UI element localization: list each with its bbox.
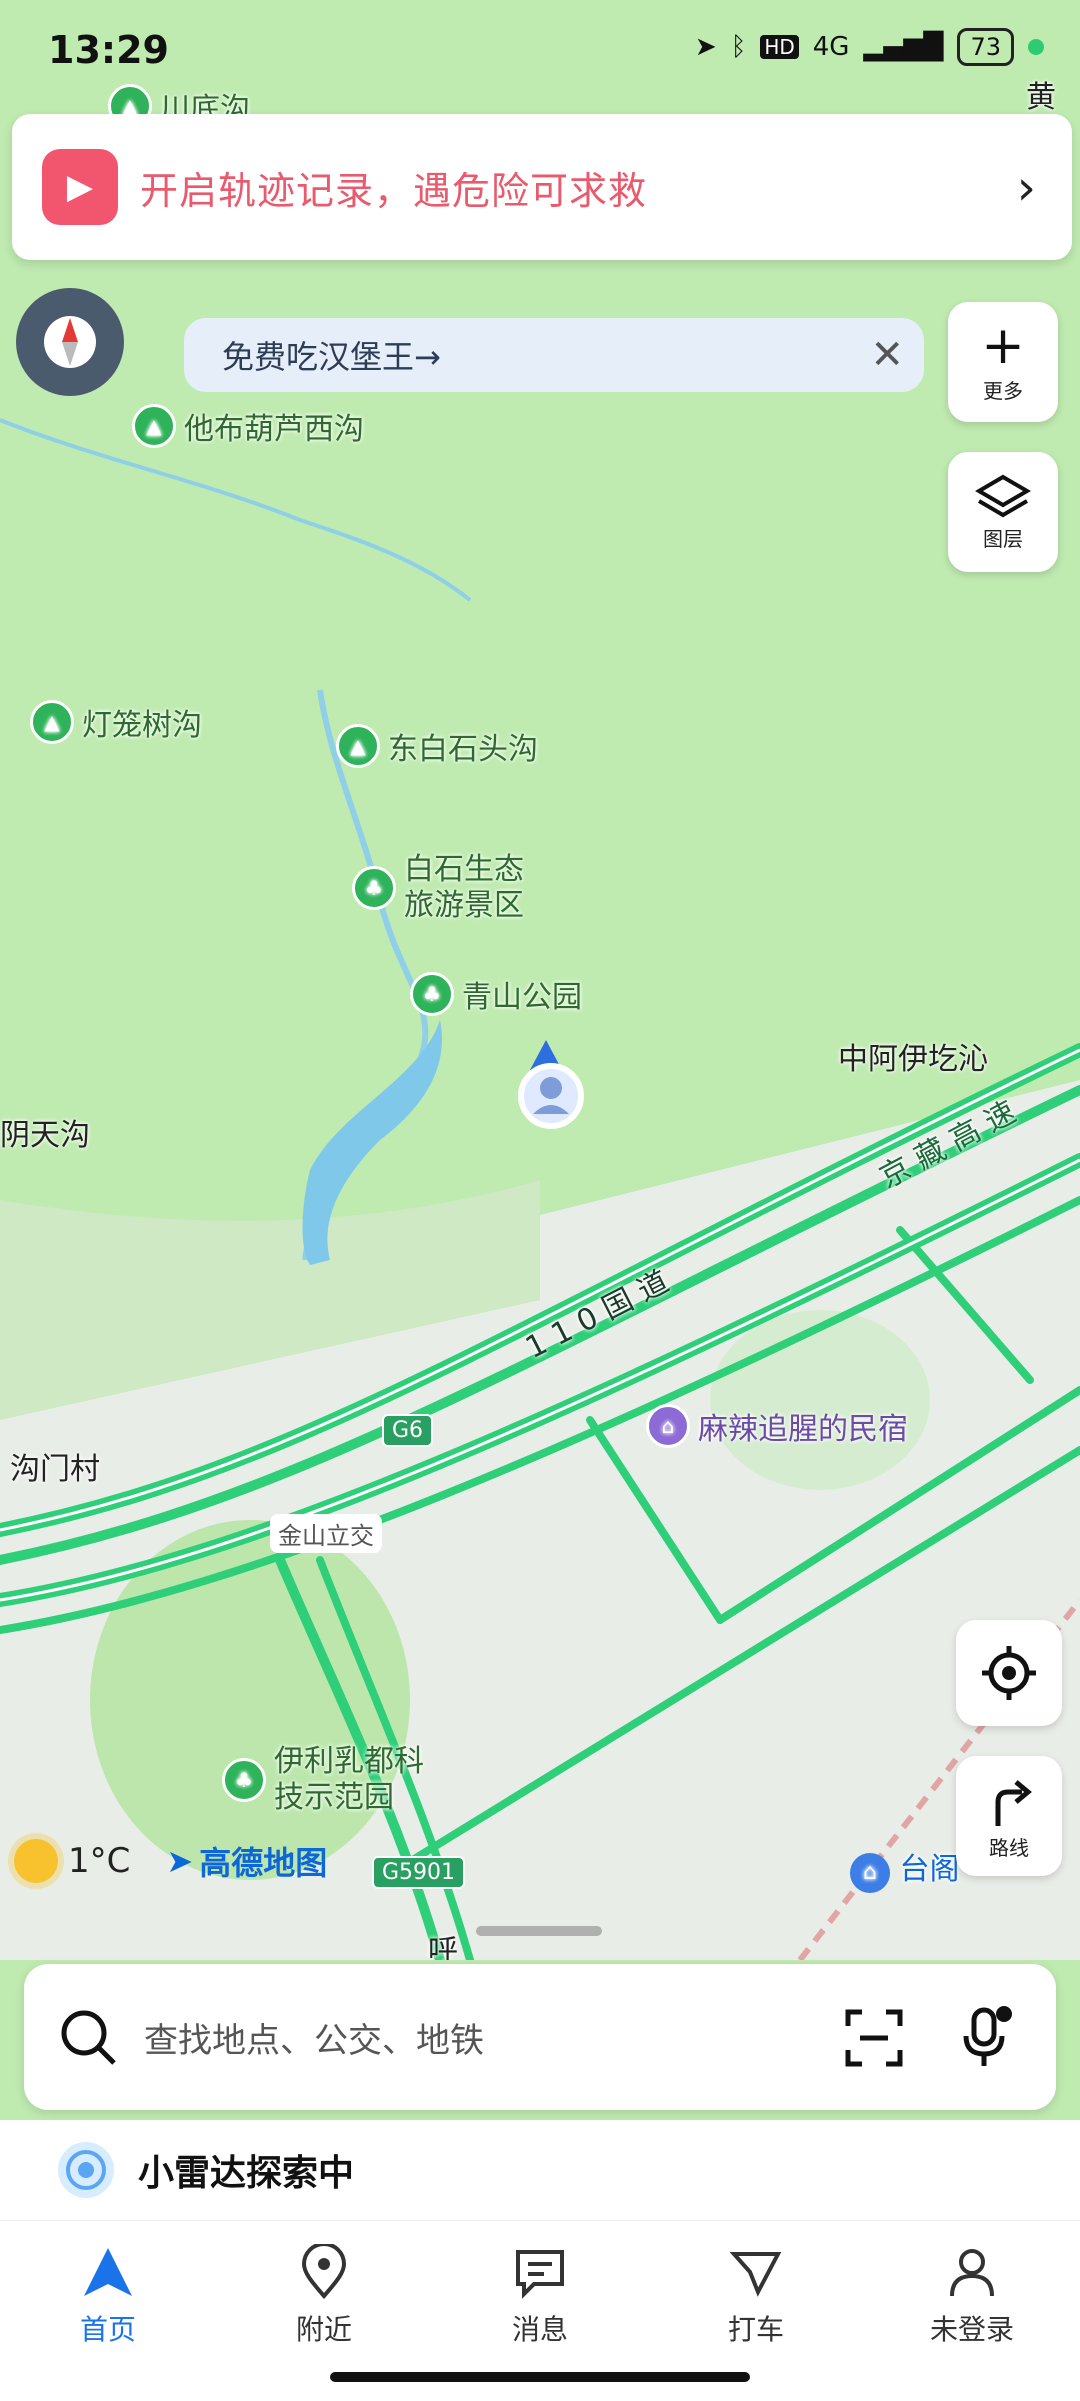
amap-logo-icon: ➤ [166, 1842, 194, 1880]
brand-logo: ➤ 高德地图 [166, 1838, 327, 1884]
tree-icon: ♣ [222, 1758, 266, 1802]
tab-label: 附近 [295, 2313, 352, 2346]
radar-row[interactable]: 小雷达探索中 [0, 2120, 1080, 2220]
chevron-right-icon: › [1016, 160, 1036, 216]
brand-name: 高德地图 [199, 1844, 328, 1882]
highway-shield-g5901: G5901 [372, 1856, 466, 1889]
tab-label: 未登录 [929, 2313, 1014, 2346]
tab-taxi[interactable]: 打车 [656, 2221, 856, 2371]
tab-label: 消息 [511, 2313, 568, 2346]
plus-icon: + [981, 315, 1025, 376]
tab-label: 首页 [79, 2313, 136, 2346]
poi-yili-park[interactable]: ♣ 伊利乳都科 技示范园 [222, 1744, 424, 1816]
tab-nearby[interactable]: 附近 [224, 2221, 424, 2371]
promo-pill[interactable]: 免费吃汉堡王→ ✕ [184, 318, 924, 392]
poi-tabuhulu[interactable]: ▲ 他布葫芦西沟 [132, 404, 364, 448]
poi-homestay[interactable]: ⌂ 麻辣追腥的民宿 [646, 1404, 908, 1448]
mountain-icon: ▲ [30, 700, 74, 744]
poi-label: 技示范园 [274, 1780, 394, 1815]
transit-icon: ⌂ [850, 1853, 890, 1893]
map-label-jinshan: 金山立交 [270, 1514, 382, 1553]
mountain-icon: ▲ [336, 724, 380, 768]
poi-label: 伊利乳都科 [274, 1744, 424, 1779]
more-label: 更多 [983, 378, 1023, 403]
map-label-hu: 呼 [428, 1934, 458, 1960]
map-label-gouman: 沟门村 [10, 1452, 100, 1487]
status-icons: ➤ ᛒ HD 4G ▂▄▆█ 73 [695, 28, 1044, 66]
location-marker-icon [518, 1040, 584, 1129]
poi-label: 白石生态 [404, 852, 524, 887]
location-arrow-icon: ➤ [694, 32, 717, 62]
highway-shield-g6: G6 [382, 1414, 434, 1447]
layers-icon [975, 474, 1031, 517]
bluetooth-icon: ᛒ [730, 32, 747, 62]
network-label: 4G [812, 32, 850, 62]
search-icon [61, 2010, 116, 2065]
navigation-arrow-icon [84, 2248, 132, 2296]
tab-profile[interactable]: 未登录 [872, 2221, 1072, 2371]
status-time: 13:29 [48, 28, 169, 72]
video-camera-icon: ▶ [42, 149, 118, 225]
close-icon[interactable]: ✕ [870, 332, 904, 378]
poi-label: 麻辣追腥的民宿 [698, 1412, 908, 1447]
compass-button[interactable] [16, 288, 124, 396]
track-record-banner[interactable]: ▶ 开启轨迹记录，遇危险可求救 › [12, 114, 1072, 260]
map-label-tiangou: 阴天沟 [0, 1118, 90, 1153]
poi-baishi-scenic[interactable]: ♣ 白石生态 旅游景区 [352, 852, 524, 924]
route-label: 路线 [989, 1835, 1029, 1860]
temperature: 1°C [68, 1841, 131, 1881]
poi-denglongshu[interactable]: ▲ 灯笼树沟 [30, 700, 202, 744]
promo-label: 免费吃汉堡王→ [222, 338, 441, 376]
map-canvas[interactable]: ▲ 川底沟 ▲ 他布葫芦西沟 ▲ 灯笼树沟 ▲ 东白石头沟 ♣ 白石生态 旅游景… [0, 0, 1080, 1960]
poi-dongbaishi[interactable]: ▲ 东白石头沟 [336, 724, 538, 768]
tab-label: 打车 [727, 2313, 784, 2346]
map-label-zhongayi: 中阿伊圪沁 [838, 1042, 988, 1077]
route-button[interactable]: 路线 [956, 1756, 1062, 1876]
crosshair-icon [982, 1646, 1036, 1700]
poi-label: 他布葫芦西沟 [184, 412, 364, 447]
status-bar: 13:29 ➤ ᛒ HD 4G ▂▄▆█ 73 [0, 0, 1080, 100]
home-indicator[interactable] [330, 2372, 750, 2382]
more-button[interactable]: + 更多 [948, 302, 1058, 422]
bed-icon: ⌂ [646, 1404, 690, 1448]
battery-indicator: 73 [957, 28, 1014, 66]
map-label-taige: ⌂ 台阁 [850, 1844, 960, 1893]
search-bar[interactable]: 查找地点、公交、地铁 [24, 1964, 1056, 2110]
locate-button[interactable] [956, 1620, 1062, 1726]
poi-label: 青山公园 [462, 980, 582, 1015]
sun-icon [14, 1839, 58, 1883]
route-arrow-icon [995, 1779, 1032, 1826]
poi-qingshan-park[interactable]: ♣ 青山公园 [410, 972, 582, 1016]
radar-icon [58, 2142, 114, 2198]
tree-icon: ♣ [410, 972, 454, 1016]
weather-row: 1°C ➤ 高德地图 [14, 1838, 327, 1884]
mountain-icon: ▲ [132, 404, 176, 448]
scan-icon[interactable] [844, 2008, 904, 2068]
microphone-icon[interactable] [956, 2006, 1016, 2070]
signal-icon: ▂▄▆█ [863, 32, 944, 62]
message-icon [516, 2250, 564, 2299]
tab-messages[interactable]: 消息 [440, 2221, 640, 2371]
radar-text: 小雷达探索中 [138, 2153, 355, 2194]
search-placeholder[interactable]: 查找地点、公交、地铁 [144, 2013, 484, 2062]
poi-label: 东白石头沟 [388, 732, 538, 767]
layers-label: 图层 [983, 526, 1023, 551]
hd-badge: HD [760, 35, 799, 59]
poi-label: 旅游景区 [404, 888, 524, 923]
user-icon [950, 2249, 994, 2297]
tree-icon: ♣ [352, 866, 396, 910]
tab-home[interactable]: 首页 [8, 2221, 208, 2371]
banner-text: 开启轨迹记录，遇危险可求救 [140, 168, 648, 213]
location-pin-icon [301, 2244, 347, 2300]
compass-icon [44, 316, 96, 368]
taxi-icon [729, 2252, 782, 2297]
drag-handle[interactable] [476, 1926, 602, 1936]
poi-label: 灯笼树沟 [82, 708, 202, 743]
privacy-dot-icon [1028, 39, 1044, 55]
layers-button[interactable]: 图层 [948, 452, 1058, 572]
current-location-marker[interactable] [506, 1036, 596, 1132]
